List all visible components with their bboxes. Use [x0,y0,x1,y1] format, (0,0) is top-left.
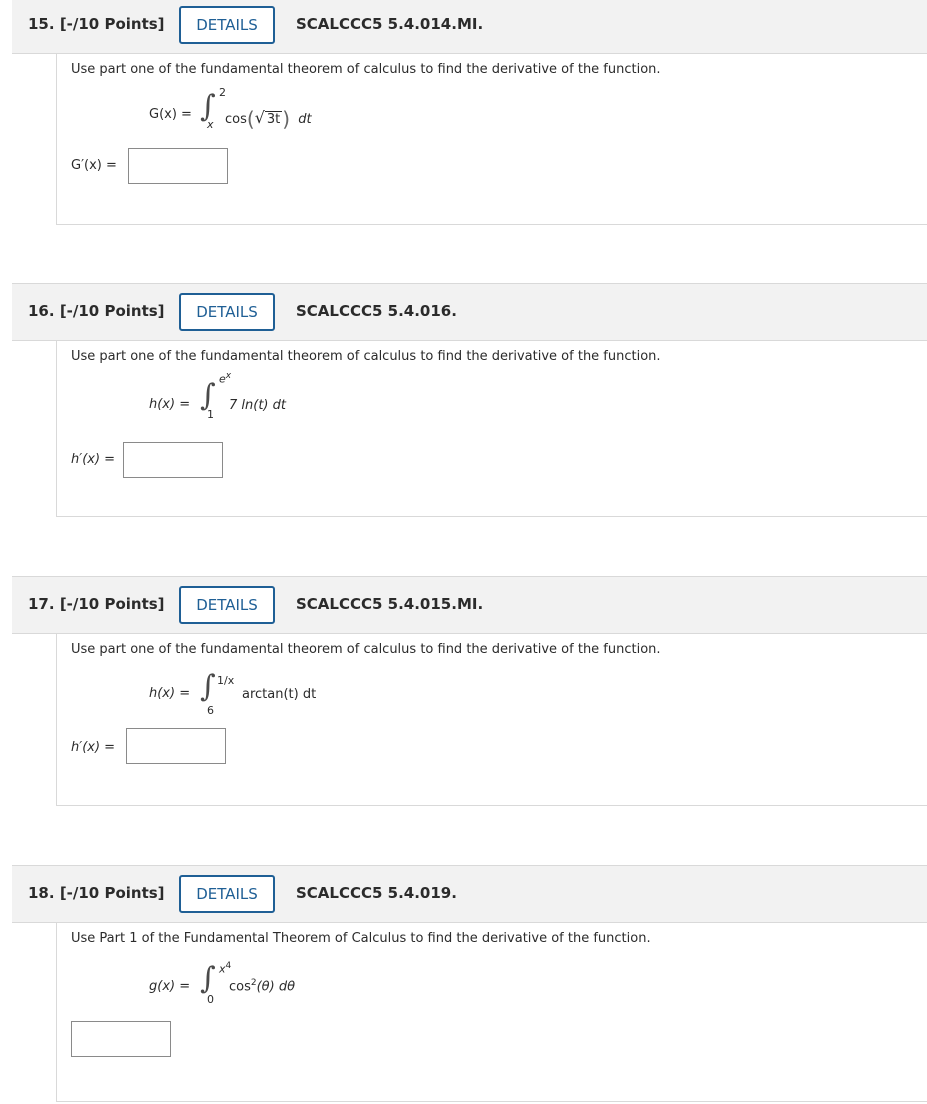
function-lhs: h(x) = [149,686,191,701]
question-code: SCALCCC5 5.4.014.MI. [296,15,484,33]
question-header: 17. [-/10 Points] DETAILS SCALCCC5 5.4.0… [12,576,927,634]
answer-input[interactable] [123,442,223,478]
question-header: 16. [-/10 Points] DETAILS SCALCCC5 5.4.0… [12,283,927,341]
integrand: 7 ln(t) dt [229,398,286,413]
integral-sign: ∫ [200,669,216,704]
upper-limit: x4 [219,961,232,976]
upper-limit: 1/x [217,674,235,687]
question-body: Use part one of the fundamental theorem … [56,54,927,225]
function-lhs: h(x) = [149,397,191,412]
question-code: SCALCCC5 5.4.019. [296,884,457,902]
upper-limit: ex [219,371,232,386]
answer-input[interactable] [128,148,228,184]
lower-limit: x [207,118,214,131]
question-body: Use part one of the fundamental theorem … [56,634,927,806]
lower-limit: 6 [207,704,214,717]
integrand: arctan(t) dt [242,687,317,702]
details-button[interactable]: DETAILS [179,293,275,331]
integrand: cos(√ 3t) dt [225,107,312,131]
lower-limit: 1 [207,408,214,421]
details-button[interactable]: DETAILS [179,875,275,913]
question-header: 18. [-/10 Points] DETAILS SCALCCC5 5.4.0… [12,865,927,923]
answer-label: h′(x) = [71,740,116,755]
question-number: 15. [-/10 Points] [28,15,165,33]
question-prompt: Use part one of the fundamental theorem … [71,349,661,364]
question-code: SCALCCC5 5.4.015.MI. [296,595,484,613]
function-lhs: G(x) = [149,107,192,122]
answer-input[interactable] [126,728,226,764]
question-number: 17. [-/10 Points] [28,595,165,613]
answer-label: G′(x) = [71,158,117,173]
function-lhs: g(x) = [149,979,191,994]
question-body: Use Part 1 of the Fundamental Theorem of… [56,923,927,1102]
answer-input[interactable] [71,1021,171,1057]
integral-sign: ∫ [200,961,216,996]
question-prompt: Use part one of the fundamental theorem … [71,642,661,657]
question-prompt: Use Part 1 of the Fundamental Theorem of… [71,931,651,946]
lower-limit: 0 [207,993,214,1006]
question-prompt: Use part one of the fundamental theorem … [71,62,661,77]
upper-limit: 2 [219,86,226,99]
details-button[interactable]: DETAILS [179,6,275,44]
details-button[interactable]: DETAILS [179,586,275,624]
question-header: 15. [-/10 Points] DETAILS SCALCCC5 5.4.0… [12,0,927,54]
integrand: cos2(θ) dθ [229,978,296,995]
question-body: Use part one of the fundamental theorem … [56,341,927,517]
question-code: SCALCCC5 5.4.016. [296,302,457,320]
question-number: 16. [-/10 Points] [28,302,165,320]
question-number: 18. [-/10 Points] [28,884,165,902]
answer-label: h′(x) = [71,452,116,467]
